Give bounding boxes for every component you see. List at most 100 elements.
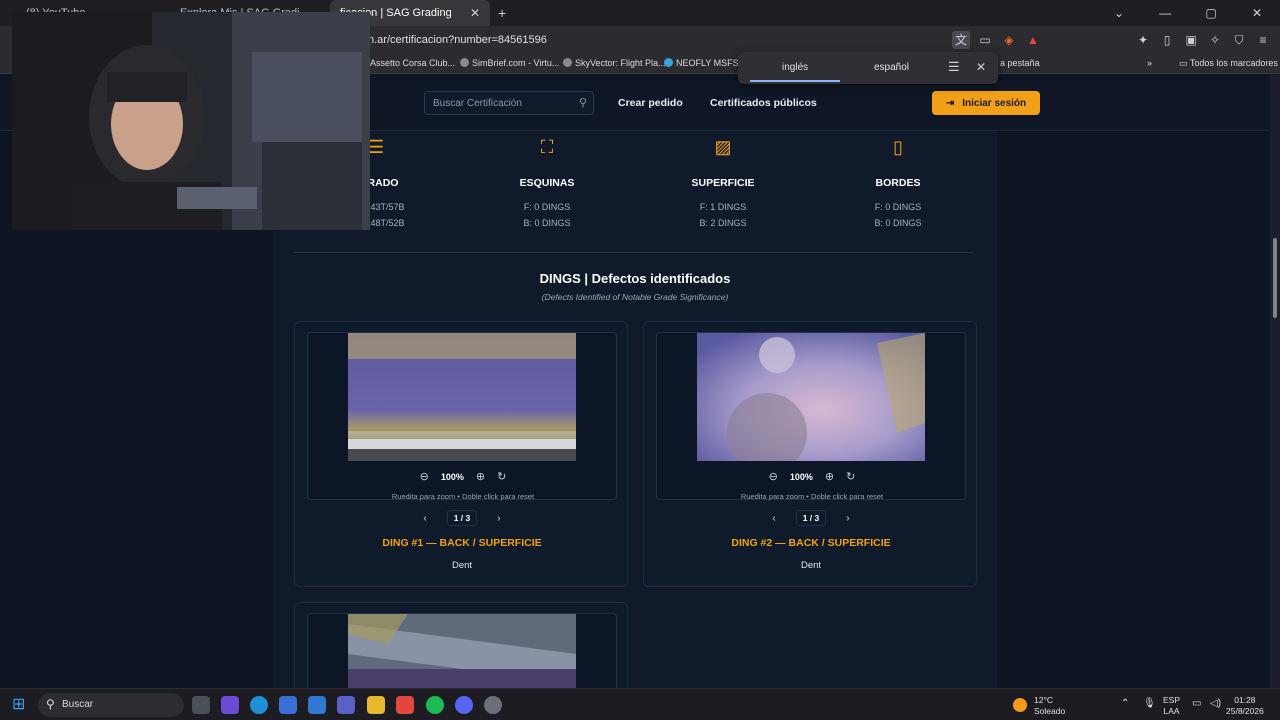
file-explorer-icon[interactable] <box>367 696 385 714</box>
window-controls: ⌄ — ▢ ✕ <box>1096 0 1280 26</box>
weather-widget[interactable]: 12°C Soleado <box>1034 695 1065 717</box>
ding-type: Dent <box>800 560 822 571</box>
ding-card-1: ⊖ 100% ⊕ ↻ Ruedita para zoom • Doble cli… <box>294 321 628 587</box>
image-viewer[interactable]: ⊖ 100% ⊕ ↻ Ruedita para zoom • Doble cli… <box>656 332 967 501</box>
translate-lang-target[interactable]: español <box>874 62 909 73</box>
edge-icon[interactable] <box>250 696 268 714</box>
scrollbar-thumb[interactable] <box>1273 238 1277 318</box>
minimize-button[interactable]: — <box>1142 0 1188 26</box>
login-button[interactable]: ⇥ Iniciar sesión <box>932 91 1040 115</box>
close-window-button[interactable]: ✕ <box>1234 0 1280 26</box>
dings-title: DINGS | Defectos identificados <box>539 271 731 286</box>
image-viewer[interactable] <box>307 613 617 688</box>
zoom-level: 100% <box>789 471 813 482</box>
taskbar-search[interactable]: ⚲ Buscar <box>38 693 184 717</box>
spotify-icon[interactable] <box>426 696 444 714</box>
bookmark-simbrief[interactable]: SimBrief.com - Virtu... <box>460 58 559 68</box>
url-text[interactable]: n.ar/certificacion?number=84561596 <box>368 34 547 46</box>
ding-title: DING #2 — BACK / SUPERFICIE <box>731 537 891 549</box>
windows-start-icon[interactable]: ⊞ <box>12 696 30 714</box>
bookmark-new-tab[interactable]: a pestaña <box>1000 58 1040 68</box>
close-tab-icon[interactable]: ✕ <box>470 6 480 20</box>
image-viewer[interactable]: ⊖ 100% ⊕ ↻ Ruedita para zoom • Doble cli… <box>307 332 618 501</box>
address-bar-icons: 文 ▭ ◈ ▲ ✦ ▯ ▣ ✧ ⛉ ≡ <box>952 31 1272 49</box>
translate-selected-underline <box>750 80 840 82</box>
vpn-icon[interactable]: ⛉ <box>1230 31 1248 49</box>
neofly-icon <box>664 58 673 67</box>
extensions-icon[interactable]: ✦ <box>1134 31 1152 49</box>
page-scrollbar[interactable] <box>1270 75 1280 688</box>
task-view-icon[interactable] <box>192 696 210 714</box>
menu-icon[interactable]: ≡ <box>1254 31 1272 49</box>
copilot-icon[interactable] <box>221 696 239 714</box>
zoom-in-icon[interactable]: ⊕ <box>476 470 485 483</box>
corners-icon: ⛶ <box>540 137 554 157</box>
ding-card-2: ⊖ 100% ⊕ ↻ Ruedita para zoom • Doble cli… <box>643 321 977 587</box>
prev-image-icon[interactable]: ‹ <box>772 513 775 524</box>
language-indicator[interactable]: ESP LAA <box>1163 695 1180 717</box>
steam-icon[interactable] <box>484 696 502 714</box>
weather-icon <box>1013 698 1027 712</box>
page-indicator: 1 / 3 <box>795 510 827 526</box>
wallet-icon[interactable]: ▣ <box>1182 31 1200 49</box>
translate-menu-icon[interactable]: ☰ <box>948 59 960 75</box>
search-icon: ⚲ <box>46 697 55 711</box>
zoom-hint: Ruedita para zoom • Doble click para res… <box>391 492 535 501</box>
category-esquinas: ⛶ ESQUINAS F: 0 DINGS B: 0 DINGS <box>487 137 607 231</box>
brave-icon[interactable] <box>396 696 414 714</box>
ding-type: Dent <box>451 560 473 571</box>
mail-icon[interactable] <box>308 696 326 714</box>
reset-icon[interactable]: ↻ <box>497 470 506 483</box>
close-icon[interactable]: ✕ <box>976 60 986 74</box>
nav-certificados-publicos[interactable]: Certificados públicos <box>710 97 817 109</box>
zoom-in-icon[interactable]: ⊕ <box>825 470 834 483</box>
zoom-level: 100% <box>440 471 464 482</box>
zoom-controls: ⊖ 100% ⊕ ↻ <box>308 470 618 483</box>
certification-search[interactable]: Buscar Certificación ⚲ <box>424 91 594 115</box>
nav-crear-pedido[interactable]: Crear pedido <box>618 97 683 109</box>
teams-icon[interactable] <box>337 696 355 714</box>
discord-icon[interactable] <box>455 696 473 714</box>
clock[interactable]: 01:28 25/8/2026 <box>1226 695 1264 717</box>
volume-icon[interactable]: ◁) <box>1210 698 1221 709</box>
leo-icon[interactable]: ✧ <box>1206 31 1224 49</box>
cast-icon[interactable]: ▭ <box>976 31 994 49</box>
next-image-icon[interactable]: › <box>497 513 500 524</box>
image-icon: ▨ <box>714 137 732 157</box>
chevron-down-icon[interactable]: ⌄ <box>1096 0 1142 26</box>
brave-shield-icon[interactable]: ◈ <box>1000 31 1018 49</box>
folder-icon: ▭ <box>1179 58 1190 68</box>
tray-overflow-icon[interactable]: ⌃ <box>1121 698 1129 709</box>
bookmark-skyvector[interactable]: SkyVector: Flight Pla... <box>563 58 666 68</box>
page-indicator: 1 / 3 <box>446 510 478 526</box>
ding-title: DING #1 — BACK / SUPERFICIE <box>382 537 542 549</box>
reset-icon[interactable]: ↻ <box>846 470 855 483</box>
bookmarks-overflow-icon[interactable]: » <box>1147 58 1152 68</box>
ding-card-3 <box>294 602 628 688</box>
ding-photo[interactable] <box>697 333 925 461</box>
rewards-icon[interactable]: ▲ <box>1024 31 1042 49</box>
zoom-controls: ⊖ 100% ⊕ ↻ <box>657 470 967 483</box>
simbrief-icon <box>460 58 469 67</box>
dings-subtitle: (Defects Identified of Notable Grade Sig… <box>541 292 729 302</box>
prev-image-icon[interactable]: ‹ <box>423 513 426 524</box>
sidebar-icon[interactable]: ▯ <box>1158 31 1176 49</box>
category-bordes: ▯ BORDES F: 0 DINGS B: 0 DINGS <box>838 137 958 231</box>
ding-photo[interactable] <box>348 614 576 688</box>
new-tab-button[interactable]: + <box>498 5 506 21</box>
bookmark-assetto[interactable]: Assetto Corsa Club... <box>370 58 455 68</box>
image-pager: ‹ 1 / 3 › <box>644 510 978 526</box>
zoom-hint: Ruedita para zoom • Doble click para res… <box>740 492 884 501</box>
zoom-out-icon[interactable]: ⊖ <box>769 470 778 483</box>
translate-lang-source[interactable]: inglés <box>782 62 808 73</box>
maximize-button[interactable]: ▢ <box>1188 0 1234 26</box>
translate-icon[interactable]: 文 <box>952 31 970 49</box>
network-icon[interactable]: ▭ <box>1192 698 1201 709</box>
next-image-icon[interactable]: › <box>846 513 849 524</box>
store-icon[interactable] <box>279 696 297 714</box>
zoom-out-icon[interactable]: ⊖ <box>420 470 429 483</box>
search-icon[interactable]: ⚲ <box>579 96 587 109</box>
all-bookmarks[interactable]: ▭ Todos los marcadores <box>1179 58 1278 69</box>
ding-photo[interactable] <box>348 333 576 461</box>
microphone-icon[interactable]: 🎙 <box>1143 698 1156 709</box>
